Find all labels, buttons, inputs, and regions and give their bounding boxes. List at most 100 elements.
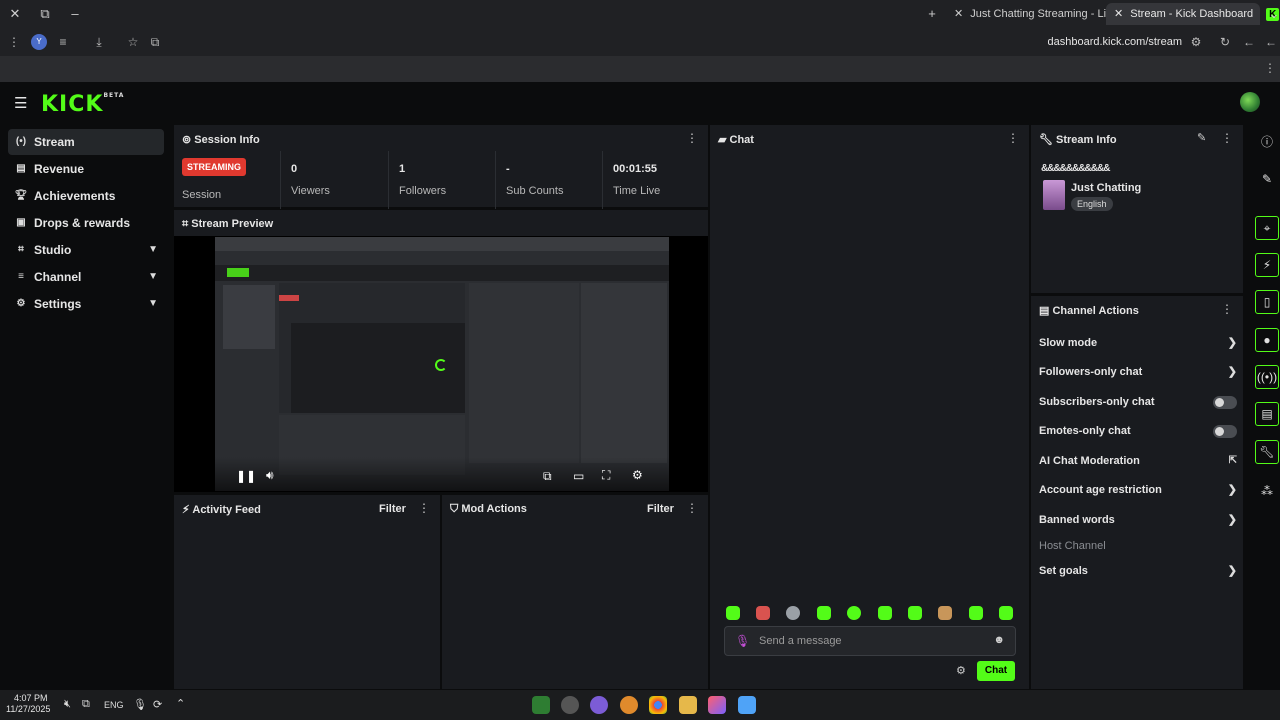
- tab-search-chevron-icon[interactable]: ⌄: [1266, 6, 1280, 22]
- pause-icon[interactable]: ❚❚: [236, 469, 256, 483]
- discord-app-icon[interactable]: [590, 696, 608, 714]
- language-indicator[interactable]: ENG: [104, 700, 124, 710]
- back-icon[interactable]: ←: [1263, 34, 1279, 50]
- chevron-down-icon: ▼: [148, 298, 158, 309]
- info-icon[interactable]: ⓘ: [1254, 129, 1280, 155]
- filter-button[interactable]: Filter: [379, 503, 406, 515]
- emote-icon[interactable]: [878, 606, 892, 620]
- chat-bubble-icon[interactable]: ●: [1255, 328, 1279, 352]
- close-window-icon[interactable]: ✕: [7, 6, 23, 22]
- fullscreen-icon[interactable]: ⛶: [602, 468, 610, 483]
- wrench-icon[interactable]: 🔧︎: [1255, 440, 1279, 464]
- edit-pencil-icon[interactable]: ✎: [1254, 166, 1280, 192]
- microphone-icon[interactable]: 🎙︎: [133, 698, 147, 711]
- logo-text: KICK: [41, 92, 104, 117]
- emote-icon[interactable]: [999, 606, 1013, 620]
- user-avatar[interactable]: [1240, 92, 1260, 112]
- menu-dots-icon[interactable]: ⋮: [6, 34, 22, 50]
- broadcast-icon[interactable]: ((•)): [1255, 365, 1279, 389]
- lightning-icon[interactable]: ⚡︎: [1255, 253, 1279, 277]
- subscribers-only-toggle[interactable]: [1213, 396, 1237, 409]
- more-options-icon[interactable]: ⋮: [1007, 131, 1019, 145]
- sidebar-item-settings[interactable]: ⚙ Settings ▼: [8, 291, 164, 317]
- more-options-icon[interactable]: ⋮: [686, 501, 698, 515]
- hamburger-menu-icon[interactable]: ☰: [14, 94, 27, 112]
- filter-icon[interactable]: ≡: [55, 34, 71, 50]
- sidebar-item-stream[interactable]: (•) Stream: [8, 129, 164, 155]
- theater-mode-icon[interactable]: ▭: [573, 469, 584, 483]
- document-icon[interactable]: ▯: [1255, 290, 1279, 314]
- emote-icon[interactable]: [817, 606, 831, 620]
- obs-app-icon[interactable]: [561, 696, 579, 714]
- more-options-icon[interactable]: ⋮: [418, 501, 430, 515]
- browser-tab-active[interactable]: ✕ Stream - Kick Dashboard K: [1106, 3, 1280, 25]
- star-icon[interactable]: ☆: [125, 34, 141, 50]
- emote-icon[interactable]: [969, 606, 983, 620]
- new-tab-icon[interactable]: +: [924, 6, 940, 22]
- emote-icon[interactable]: [756, 606, 770, 620]
- network-icon[interactable]: ⧉: [82, 698, 90, 711]
- emote-icon[interactable]: [908, 606, 922, 620]
- account-age-row[interactable]: Account age restriction ❯: [1039, 480, 1237, 500]
- emote-icon[interactable]: [786, 606, 800, 620]
- picture-in-picture-icon[interactable]: ⧉: [543, 469, 552, 484]
- session-label: Session: [182, 189, 222, 201]
- windows-start-icon[interactable]: [738, 696, 756, 714]
- download-icon[interactable]: ⤓: [91, 34, 107, 50]
- minimize-window-icon[interactable]: –: [67, 6, 83, 22]
- emoji-picker-icon[interactable]: ☻: [993, 634, 1005, 646]
- slow-mode-row[interactable]: Slow mode ❯: [1039, 333, 1237, 353]
- figma-app-icon[interactable]: [708, 696, 726, 714]
- file-explorer-icon[interactable]: [679, 696, 697, 714]
- row-label: Slow mode: [1039, 337, 1098, 349]
- reload-icon[interactable]: ↻: [1217, 34, 1233, 50]
- channel-actions-icon[interactable]: ▤: [1255, 402, 1279, 426]
- close-tab-icon[interactable]: ✕: [954, 8, 963, 20]
- more-tools-icon[interactable]: ⁂: [1254, 478, 1280, 504]
- site-settings-icon[interactable]: ⚙: [1188, 34, 1204, 50]
- banned-words-row[interactable]: Banned words ❯: [1039, 510, 1237, 530]
- chrome-app-icon[interactable]: [649, 696, 667, 714]
- chat-settings-gear-icon[interactable]: ⚙: [956, 664, 966, 677]
- chevron-up-icon[interactable]: ⌃: [176, 697, 185, 710]
- set-goals-row[interactable]: Set goals ❯: [1039, 561, 1237, 581]
- followers-only-row[interactable]: Followers-only chat ❯: [1039, 362, 1237, 382]
- emote-icon[interactable]: [726, 606, 740, 620]
- video-settings-gear-icon[interactable]: ⚙: [632, 468, 643, 482]
- browser-tab[interactable]: ✕ Just Chatting Streaming - Live K: [946, 3, 1140, 25]
- sidebar-item-achievements[interactable]: 🏆︎ Achievements: [8, 183, 164, 209]
- video-frame[interactable]: [215, 237, 669, 491]
- speaker-muted-icon[interactable]: 🔇︎: [64, 698, 71, 711]
- edit-pencil-icon[interactable]: ✎: [1197, 131, 1206, 144]
- sidebar-item-studio[interactable]: ⌗ Studio ▼: [8, 237, 164, 263]
- sidebar-item-drops[interactable]: ▣ Drops & rewards: [8, 210, 164, 236]
- apps-grid-icon[interactable]: ⋮⋮: [1264, 60, 1280, 76]
- microphone-icon[interactable]: 🎙︎: [735, 634, 750, 648]
- send-chat-button[interactable]: Chat: [977, 661, 1015, 681]
- more-options-icon[interactable]: ⋮: [1221, 302, 1233, 316]
- sidebar-item-channel[interactable]: ≡ Channel ▼: [8, 264, 164, 290]
- close-tab-icon[interactable]: ✕: [1114, 8, 1123, 20]
- more-options-icon[interactable]: ⋮: [686, 131, 698, 145]
- filter-button[interactable]: Filter: [647, 503, 674, 515]
- forward-icon[interactable]: ←: [1241, 34, 1257, 50]
- category-name[interactable]: Just Chatting: [1071, 182, 1141, 194]
- chat-input[interactable]: 🎙︎ Send a message ☻: [724, 626, 1016, 656]
- volume-icon[interactable]: 🔊︎: [266, 468, 274, 483]
- browser-app-icon[interactable]: [620, 696, 638, 714]
- focus-icon[interactable]: ⌖: [1255, 216, 1279, 240]
- install-app-icon[interactable]: ⧉: [147, 34, 163, 50]
- sidebar-item-revenue[interactable]: ▤ Revenue: [8, 156, 164, 182]
- url-text[interactable]: dashboard.kick.com/stream: [1000, 36, 1183, 48]
- profile-avatar[interactable]: Y: [31, 34, 47, 50]
- emote-icon[interactable]: [847, 606, 861, 620]
- emotes-only-toggle[interactable]: [1213, 425, 1237, 438]
- kick-logo[interactable]: KICKBETA: [41, 92, 124, 117]
- panel-title-text: Stream Preview: [191, 218, 274, 230]
- restore-window-icon[interactable]: ⧉: [37, 6, 53, 22]
- ai-moderation-row[interactable]: AI Chat Moderation ⇱: [1039, 451, 1237, 471]
- more-options-icon[interactable]: ⋮: [1221, 131, 1233, 145]
- terminal-app-icon[interactable]: [532, 696, 550, 714]
- sync-icon[interactable]: ⟳: [153, 698, 162, 711]
- emote-icon[interactable]: [938, 606, 952, 620]
